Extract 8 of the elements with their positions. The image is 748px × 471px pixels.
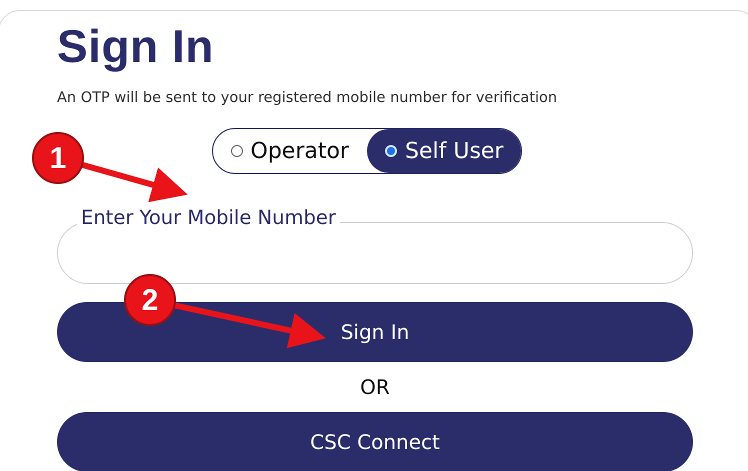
user-type-option[interactable]: Operator — [212, 129, 367, 173]
csc-connect-button[interactable]: CSC Connect — [57, 412, 693, 471]
callout-marker: 2 — [124, 274, 176, 326]
callout-marker: 1 — [32, 132, 84, 184]
or-separator: OR — [360, 374, 390, 400]
page-title: Sign In — [57, 20, 215, 72]
user-type-option[interactable]: Self User — [366, 129, 522, 173]
subtitle-text: An OTP will be sent to your registered mobile number for verification — [57, 90, 558, 106]
